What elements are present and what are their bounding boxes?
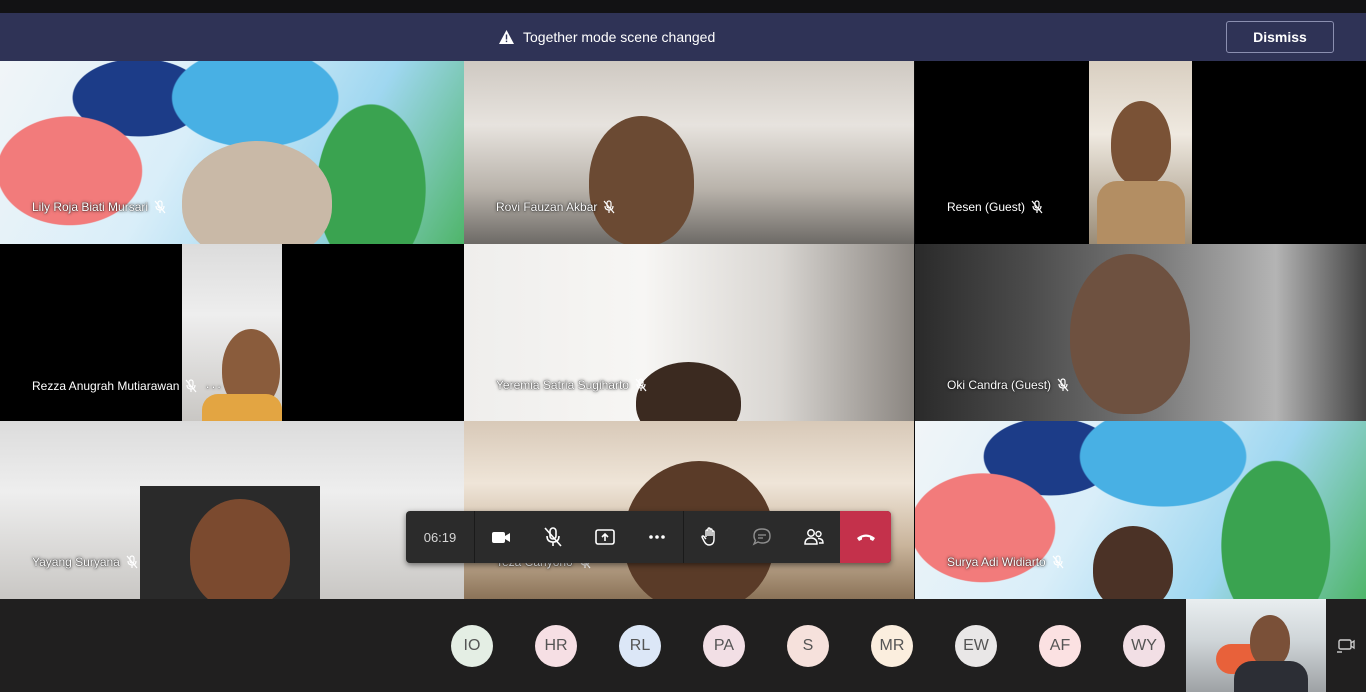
share-screen-button[interactable] xyxy=(579,511,631,563)
hang-up-icon xyxy=(856,534,875,541)
more-options-icon[interactable]: ··· xyxy=(205,378,222,394)
mic-off-icon xyxy=(154,200,166,214)
participant-name: Lily Roja Biati Mursari xyxy=(32,200,149,214)
participant-video xyxy=(589,116,694,244)
participant-video xyxy=(1093,526,1173,599)
share-screen-icon xyxy=(595,529,615,545)
mic-off-icon xyxy=(1057,378,1069,392)
camera-button[interactable] xyxy=(475,511,527,563)
avatar[interactable]: AF xyxy=(1039,625,1081,667)
mic-off-icon xyxy=(126,555,138,569)
chat-icon xyxy=(752,528,771,546)
participant-name: Rezza Anugrah Mutiarawan xyxy=(32,379,180,393)
avatar[interactable]: HR xyxy=(535,625,577,667)
banner-text: Together mode scene changed xyxy=(523,29,716,45)
mic-off-icon xyxy=(185,379,197,393)
participant-tile[interactable]: Yayang Suryana xyxy=(0,421,464,599)
participant-name: Resen (Guest) xyxy=(947,200,1026,214)
banner-message: Together mode scene changed xyxy=(498,13,715,61)
mic-off-icon xyxy=(1052,555,1064,569)
participant-tile[interactable]: Surya Adi Widiarto xyxy=(915,421,1366,599)
avatar[interactable]: EW xyxy=(955,625,997,667)
participant-name: Yeremia Satria Sugiharto xyxy=(496,378,629,392)
raise-hand-button[interactable] xyxy=(684,511,736,563)
avatar[interactable]: S xyxy=(787,625,829,667)
participant-name: Surya Adi Widiarto xyxy=(947,555,1046,569)
participant-tile[interactable]: Rezza Anugrah Mutiarawan ··· xyxy=(0,244,464,421)
mic-off-icon xyxy=(544,527,562,547)
self-view-video[interactable] xyxy=(1186,599,1326,692)
avatar[interactable]: RL xyxy=(619,625,661,667)
participant-tile[interactable]: Rovi Fauzan Akbar xyxy=(464,61,914,244)
participants-button[interactable] xyxy=(788,511,840,563)
participant-name: Yayang Suryana xyxy=(32,555,120,569)
participant-roster: IO HR RL PA S MR EW AF WY xyxy=(0,599,1366,692)
participant-tile[interactable]: Oki Candra (Guest) xyxy=(915,244,1366,421)
participant-tile[interactable]: Resen (Guest) xyxy=(915,61,1366,244)
participant-video xyxy=(636,362,741,421)
dismiss-button[interactable]: Dismiss xyxy=(1226,21,1334,53)
more-actions-button[interactable] xyxy=(631,511,683,563)
camera-icon xyxy=(492,532,510,543)
participant-video xyxy=(182,244,282,421)
participant-video xyxy=(1070,254,1190,414)
teams-meeting-window: Together mode scene changed Dismiss Lily… xyxy=(0,0,1366,692)
chat-button[interactable] xyxy=(736,511,788,563)
participants-icon xyxy=(804,529,824,545)
mic-off-icon xyxy=(603,200,615,214)
self-view-toggle-icon[interactable] xyxy=(1336,637,1356,655)
participant-video xyxy=(182,141,332,244)
call-timer: 06:19 xyxy=(423,529,457,545)
avatar[interactable]: IO xyxy=(451,625,493,667)
avatar[interactable]: PA xyxy=(703,625,745,667)
avatar[interactable]: MR xyxy=(871,625,913,667)
participant-tile[interactable]: Teza Cahyono xyxy=(464,421,914,599)
microphone-button[interactable] xyxy=(527,511,579,563)
mic-off-icon xyxy=(635,378,647,392)
more-icon xyxy=(649,535,665,539)
raise-hand-icon xyxy=(701,527,715,546)
hang-up-button[interactable] xyxy=(840,511,891,563)
participant-video xyxy=(190,499,290,599)
warning-icon xyxy=(499,30,514,44)
participant-name: Rovi Fauzan Akbar xyxy=(496,200,598,214)
participant-video xyxy=(1089,61,1192,244)
notification-banner: Together mode scene changed Dismiss xyxy=(0,13,1366,61)
avatar[interactable]: WY xyxy=(1123,625,1165,667)
call-controls-bar: 06:19 xyxy=(406,511,891,563)
top-strip xyxy=(0,0,1366,13)
participant-tile[interactable]: Yeremia Satria Sugiharto xyxy=(464,244,914,421)
participant-name: Oki Candra (Guest) xyxy=(947,378,1052,392)
mic-off-icon xyxy=(1031,200,1043,214)
participant-tile[interactable]: Lily Roja Biati Mursari xyxy=(0,61,464,244)
